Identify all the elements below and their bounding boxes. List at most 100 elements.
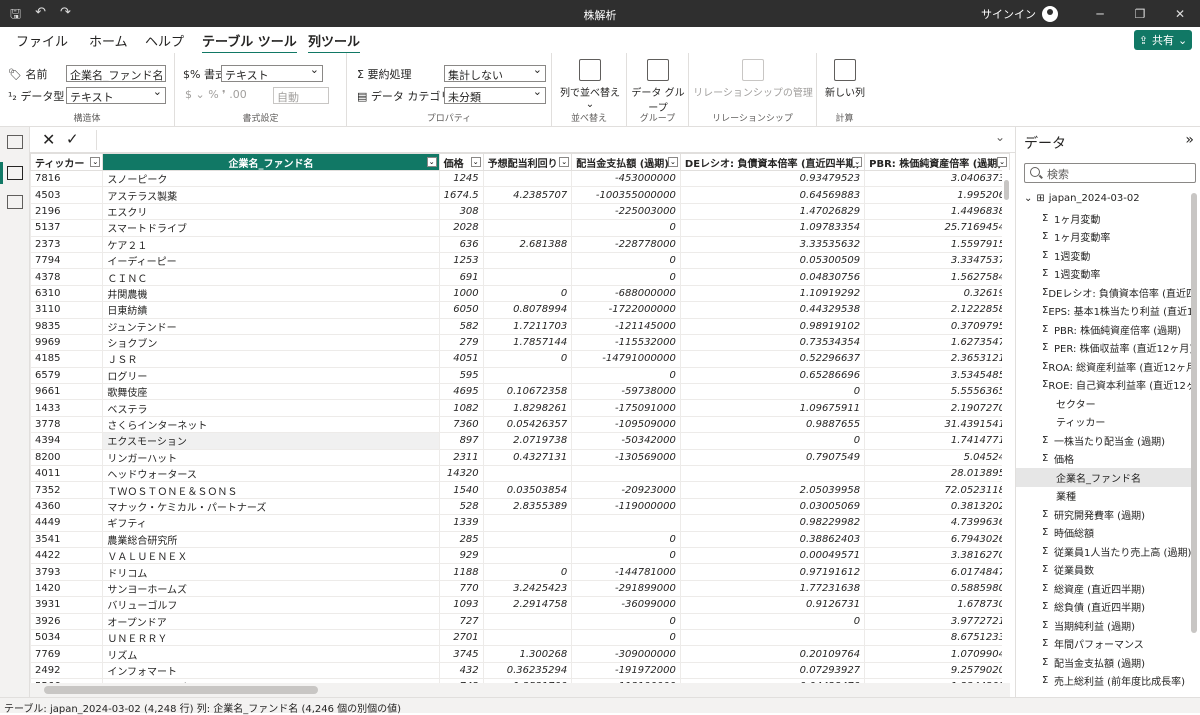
table-cell[interactable]: 4394 — [30, 432, 104, 450]
table-cell[interactable]: ジュンテンドー — [102, 317, 440, 335]
table-cell[interactable]: -20923000 — [571, 481, 681, 499]
grid-horizontal-scrollbar[interactable] — [30, 683, 1010, 697]
field-item[interactable]: 企業名_ファンド名 — [1016, 468, 1196, 487]
table-cell[interactable]: -688000000 — [571, 284, 681, 303]
table-cell[interactable]: 6.0174847 — [864, 563, 1010, 581]
table-cell[interactable]: 2.1222858 — [864, 301, 1010, 319]
filter-dropdown-icon[interactable]: ⌄ — [997, 157, 1007, 167]
table-cell[interactable]: 1.7211703 — [482, 317, 573, 335]
table-cell[interactable] — [482, 612, 573, 630]
table-cell[interactable]: 0.7907549 — [679, 448, 866, 467]
table-cell[interactable]: 4422 — [30, 546, 104, 565]
table-cell[interactable]: 595 — [438, 366, 484, 385]
table-cell[interactable]: 4185 — [30, 350, 104, 368]
restore-button[interactable]: ❐ — [1120, 7, 1160, 21]
table-cell[interactable]: 4503 — [30, 186, 104, 204]
table-cell[interactable]: 井関農機 — [102, 284, 440, 303]
table-cell[interactable]: -175091000 — [571, 399, 681, 417]
avatar-icon[interactable] — [1042, 5, 1058, 22]
table-cell[interactable]: 0.5885980 — [864, 579, 1010, 598]
table-cell[interactable]: 6579 — [30, 366, 104, 385]
table-cell[interactable]: 3778 — [30, 415, 104, 434]
table-cell[interactable]: -225003000 — [571, 202, 681, 221]
table-cell[interactable]: 0.32619 — [864, 284, 1010, 303]
format-select[interactable]: テキスト — [221, 65, 323, 82]
table-cell[interactable] — [482, 219, 573, 237]
table-cell[interactable]: 0.64569883 — [679, 186, 866, 204]
data-groups-button[interactable]: データ グループ — [631, 57, 685, 114]
table-cell[interactable]: 28.013895 — [864, 465, 1010, 483]
table-cell[interactable]: -100355000000 — [571, 186, 681, 204]
field-item[interactable]: Σ PER: 株価収益率 (直近12ヶ月) — [1016, 339, 1196, 358]
table-cell[interactable]: 0.52296637 — [679, 350, 866, 368]
field-item[interactable]: Σ 時価総額 — [1016, 524, 1196, 543]
scroll-thumb[interactable] — [1004, 180, 1009, 200]
column-header[interactable]: 予想配当利回り ⌄ — [482, 153, 573, 171]
table-cell[interactable]: 0.36235294 — [482, 661, 573, 680]
table-cell[interactable]: 1.8298261 — [482, 399, 573, 417]
table-cell[interactable] — [482, 169, 573, 188]
column-header[interactable]: DEレシオ: 負債資本倍率 (直近四半期) ⌄ — [679, 153, 866, 171]
table-cell[interactable]: 1.10919292 — [679, 284, 866, 303]
table-cell[interactable]: 4051 — [438, 350, 484, 368]
report-view-icon[interactable] — [7, 135, 23, 149]
table-cell[interactable]: 929 — [438, 546, 484, 565]
field-item[interactable]: ΣDEレシオ: 負債資本倍率 (直近四半期) — [1016, 283, 1196, 302]
table-cell[interactable]: -115532000 — [571, 333, 681, 352]
table-cell[interactable]: 5137 — [30, 219, 104, 237]
column-name-input[interactable]: 企業名_ファンド名 — [66, 65, 166, 82]
table-cell[interactable]: スノーピーク — [102, 169, 440, 188]
tab-column-tools[interactable]: 列ツール — [308, 31, 361, 55]
table-cell[interactable] — [482, 514, 573, 532]
table-cell[interactable]: 1253 — [438, 251, 484, 270]
collapse-pane-icon[interactable]: » — [1185, 132, 1194, 148]
table-cell[interactable]: -119000000 — [571, 497, 681, 516]
table-cell[interactable]: 0 — [571, 628, 681, 647]
table-cell[interactable]: 1000 — [438, 284, 484, 303]
table-cell[interactable]: 31.4391541 — [864, 415, 1010, 434]
table-cell[interactable]: 歌舞伎座 — [102, 383, 440, 401]
table-cell[interactable]: 0.73534354 — [679, 333, 866, 352]
table-cell[interactable]: 1.995206 — [864, 186, 1010, 204]
table-cell[interactable]: 1.7857144 — [482, 333, 573, 352]
table-cell[interactable] — [482, 628, 573, 647]
table-cell[interactable]: ショクブン — [102, 333, 440, 352]
table-cell[interactable]: 1.0709904 — [864, 645, 1010, 663]
table-cell[interactable]: 1245 — [438, 169, 484, 188]
new-column-button[interactable]: 新しい列 — [821, 57, 869, 99]
table-cell[interactable]: 1339 — [438, 514, 484, 532]
table-cell[interactable]: 0.05300509 — [679, 251, 866, 270]
table-cell[interactable] — [482, 530, 573, 548]
tab-home[interactable]: ホーム — [89, 31, 128, 50]
table-cell[interactable]: 2311 — [438, 448, 484, 467]
table-cell[interactable]: 0.07293927 — [679, 661, 866, 680]
summarize-select[interactable]: 集計しない — [444, 65, 546, 82]
table-cell[interactable]: 7769 — [30, 645, 104, 663]
table-cell[interactable]: 8.6751233 — [864, 628, 1010, 647]
field-item[interactable]: Σ 1週変動 — [1016, 246, 1196, 265]
close-button[interactable]: ✕ — [1160, 7, 1200, 21]
table-cell[interactable]: 72.0523118 — [864, 481, 1010, 499]
table-cell[interactable]: 0 — [482, 563, 573, 581]
table-cell[interactable]: ケア２１ — [102, 235, 440, 253]
table-cell[interactable]: 4.7399636 — [864, 514, 1010, 532]
table-cell[interactable]: -130569000 — [571, 448, 681, 467]
table-cell[interactable]: -453000000 — [571, 169, 681, 188]
table-cell[interactable]: 9835 — [30, 317, 104, 335]
table-cell[interactable]: 1.300268 — [482, 645, 573, 663]
table-cell[interactable]: 0.03005069 — [679, 497, 866, 516]
table-cell[interactable]: さくらインターネット — [102, 415, 440, 434]
table-cell[interactable]: 2373 — [30, 235, 104, 253]
column-header[interactable]: 企業名_ファンド名 ⌄ — [102, 153, 440, 171]
table-cell[interactable]: -109509000 — [571, 415, 681, 434]
table-cell[interactable] — [571, 465, 681, 483]
table-cell[interactable]: 3.9772721 — [864, 612, 1010, 630]
table-cell[interactable]: 9661 — [30, 383, 104, 401]
table-cell[interactable]: 691 — [438, 268, 484, 286]
table-cell[interactable]: 1433 — [30, 399, 104, 417]
table-cell[interactable]: 0 — [571, 366, 681, 385]
formula-input[interactable] — [96, 130, 1008, 150]
table-cell[interactable]: 0 — [679, 383, 866, 401]
table-cell[interactable]: 2.681388 — [482, 235, 573, 253]
table-cell[interactable]: -59738000 — [571, 383, 681, 401]
